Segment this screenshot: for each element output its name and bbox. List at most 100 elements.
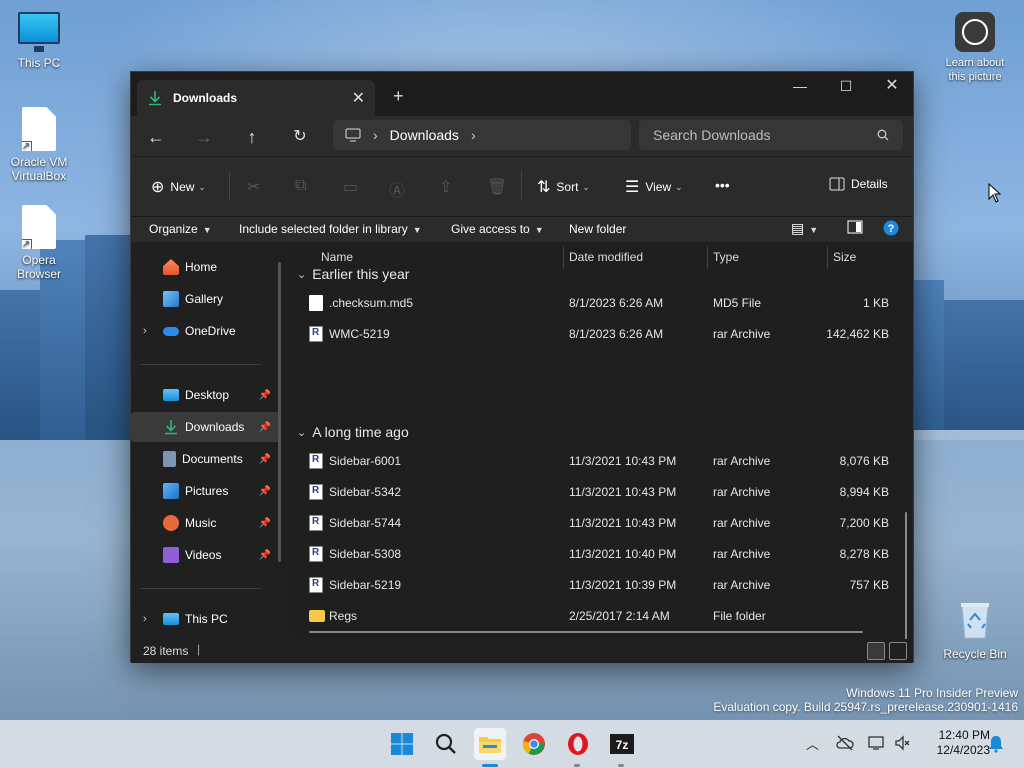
chevron-up-icon[interactable]: ︿ xyxy=(806,734,819,753)
sort-button[interactable]: ⇅ Sort ⌄ xyxy=(537,177,590,197)
more-options-button[interactable]: ••• xyxy=(715,177,730,193)
volume-muted-icon[interactable] xyxy=(894,735,912,751)
give-access-menu[interactable]: Give access to ▼ xyxy=(451,222,544,236)
start-button[interactable] xyxy=(386,728,418,760)
maximize-button[interactable]: ☐ xyxy=(823,72,869,100)
desktop-icon-learn-picture[interactable]: Learn about this picture xyxy=(938,12,1012,84)
nav-item-documents[interactable]: Documents 📌 xyxy=(131,444,281,474)
nav-item-downloads[interactable]: Downloads 📌 xyxy=(131,412,281,442)
file-date: 11/3/2021 10:39 PM xyxy=(569,578,677,592)
chevron-down-icon: ⌄ xyxy=(297,426,307,439)
file-row[interactable]: Regs 2/25/2017 2:14 AM File folder xyxy=(301,601,901,631)
chevron-down-icon: ⌄ xyxy=(198,181,206,192)
close-tab-icon[interactable]: ✕ xyxy=(352,88,365,108)
notification-bell-icon[interactable] xyxy=(988,735,1004,753)
nav-item-gallery[interactable]: Gallery xyxy=(131,284,281,314)
chrome-taskbar-button[interactable] xyxy=(518,728,550,760)
tiles-view-button[interactable] xyxy=(889,642,907,660)
document-shortcut-icon: ↗ xyxy=(22,205,56,249)
cloud-offline-icon[interactable] xyxy=(836,735,854,751)
divider xyxy=(141,364,261,365)
nav-item-pictures[interactable]: Pictures 📌 xyxy=(131,476,281,506)
include-library-menu[interactable]: Include selected folder in library ▼ xyxy=(239,222,422,236)
copy-button[interactable]: ⧉ xyxy=(295,177,312,195)
file-name: Regs xyxy=(329,609,358,623)
address-bar[interactable]: › Downloads › xyxy=(333,120,631,150)
new-tab-button[interactable]: + xyxy=(393,86,404,107)
share-button[interactable]: ⇪ xyxy=(439,177,458,197)
back-button[interactable]: ← xyxy=(145,126,167,148)
nav-item-music[interactable]: Music 📌 xyxy=(131,508,281,538)
column-divider[interactable] xyxy=(563,246,564,268)
pin-icon[interactable]: 📌 xyxy=(259,518,271,529)
help-button[interactable]: ? xyxy=(883,220,899,239)
file-row[interactable]: WMC-5219 8/1/2023 6:26 AM rar Archive 142,4… xyxy=(301,319,901,349)
close-window-button[interactable]: ✕ xyxy=(869,72,915,100)
preview-pane-button[interactable] xyxy=(847,220,863,237)
file-explorer-taskbar-button[interactable] xyxy=(474,728,506,760)
desktop-icon-this-pc[interactable]: This PC xyxy=(3,12,75,70)
tab-downloads[interactable]: Downloads ✕ xyxy=(137,80,375,116)
desktop-icon xyxy=(163,389,179,401)
delete-button[interactable]: 🗑 xyxy=(487,177,513,197)
desktop-icon-opera[interactable]: ↗ Opera Browser xyxy=(3,205,75,281)
network-icon[interactable] xyxy=(868,735,886,751)
change-view-button[interactable]: ▤ ▼ xyxy=(791,220,818,237)
file-name: WMC-5219 xyxy=(329,327,390,341)
details-view-button[interactable] xyxy=(867,642,885,660)
computer-icon xyxy=(345,128,361,142)
file-row[interactable]: Windows2/25/2017 2:14 AMFile folder xyxy=(301,632,901,639)
up-button[interactable]: ↑ xyxy=(241,126,263,148)
desktop-icon-recycle-bin[interactable]: Recycle Bin xyxy=(938,598,1012,661)
pin-icon[interactable]: 📌 xyxy=(259,486,271,497)
refresh-button[interactable]: ↻ xyxy=(289,126,311,148)
group-header-earlier[interactable]: ⌄ Earlier this year xyxy=(297,266,409,282)
file-row[interactable]: Sidebar-5342 11/3/2021 10:43 PM rar Archiv… xyxy=(301,477,901,507)
vertical-scrollbar[interactable] xyxy=(905,512,907,639)
nav-item-desktop[interactable]: Desktop 📌 xyxy=(131,380,281,410)
breadcrumb-downloads[interactable]: Downloads xyxy=(390,127,459,143)
file-row[interactable]: Sidebar-5219 11/3/2021 10:39 PM rar Archiv… xyxy=(301,570,901,600)
column-header-date[interactable]: Date modified xyxy=(569,242,643,272)
pin-icon[interactable]: 📌 xyxy=(259,422,271,433)
nav-scrollbar[interactable] xyxy=(278,262,281,562)
file-row[interactable]: Sidebar-5744 11/3/2021 10:43 PM rar Archiv… xyxy=(301,508,901,538)
nav-item-videos[interactable]: Videos 📌 xyxy=(131,540,281,570)
pin-icon[interactable]: 📌 xyxy=(259,390,271,401)
paste-button[interactable]: ▭ xyxy=(343,177,364,197)
nav-item-onedrive[interactable]: › OneDrive xyxy=(131,316,281,346)
desktop-icon-virtualbox[interactable]: ↗ Oracle VM VirtualBox xyxy=(3,107,75,183)
file-row[interactable]: Sidebar-6001 11/3/2021 10:43 PM rar Archiv… xyxy=(301,446,901,476)
cut-button[interactable]: ✂ xyxy=(247,177,266,197)
nav-item-home[interactable]: Home xyxy=(131,252,281,282)
system-clock[interactable]: 12:40 PM 12/4/2023 xyxy=(937,728,990,758)
trash-icon: 🗑 xyxy=(487,179,508,196)
file-row[interactable]: Sidebar-5308 11/3/2021 10:40 PM rar Archiv… xyxy=(301,539,901,569)
minimize-button[interactable]: — xyxy=(777,72,823,100)
pin-icon[interactable]: 📌 xyxy=(259,550,271,561)
search-taskbar-button[interactable] xyxy=(430,728,462,760)
file-row[interactable]: .checksum.md5 8/1/2023 6:26 AM MD5 File 1 K… xyxy=(301,288,901,318)
new-folder-button[interactable]: New folder xyxy=(569,222,626,236)
file-explorer-window: Downloads ✕ + — ☐ ✕ ← → ↑ ↻ › Downloads … xyxy=(130,71,915,663)
7zip-taskbar-button[interactable]: 7z xyxy=(606,728,638,760)
cloud-icon xyxy=(163,326,179,336)
group-header-longago[interactable]: ⌄ A long time ago xyxy=(297,424,409,440)
column-divider[interactable] xyxy=(827,246,828,268)
rename-button[interactable]: Ⓐ xyxy=(389,177,411,201)
file-date: 11/3/2021 10:43 PM xyxy=(569,516,677,530)
forward-button[interactable]: → xyxy=(193,126,215,148)
opera-taskbar-button[interactable] xyxy=(562,728,594,760)
details-pane-button[interactable]: Details xyxy=(829,177,888,191)
view-button[interactable]: ☰ View ⌄ xyxy=(625,177,683,197)
column-header-type[interactable]: Type xyxy=(713,242,739,272)
column-divider[interactable] xyxy=(707,246,708,268)
column-header-size[interactable]: Size xyxy=(833,242,856,272)
pin-icon[interactable]: 📌 xyxy=(259,454,271,465)
search-box[interactable]: Search Downloads xyxy=(639,120,903,150)
horizontal-scrollbar[interactable] xyxy=(309,631,863,633)
new-button[interactable]: ⊕ New ⌄ xyxy=(151,177,206,197)
organize-menu[interactable]: Organize ▼ xyxy=(149,222,212,236)
file-date: 11/3/2021 10:40 PM xyxy=(569,547,677,561)
nav-item-this-pc[interactable]: › This PC xyxy=(131,604,281,634)
